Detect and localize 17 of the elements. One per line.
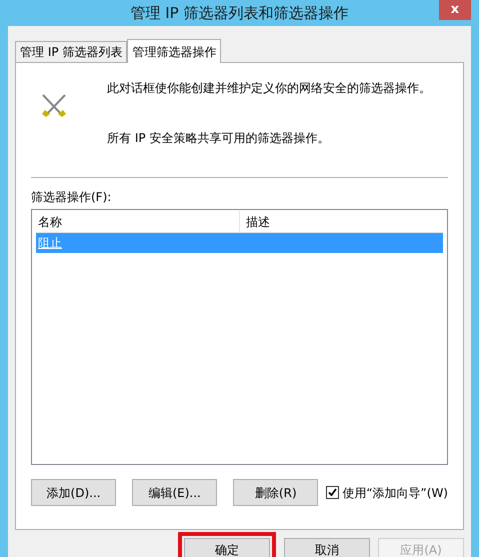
tab[interactable]: 管理筛选器操作 (127, 39, 222, 63)
tab[interactable]: 管理 IP 筛选器列表 (15, 41, 128, 62)
description-text: 所有 IP 安全策略共享可用的筛选器操作。 (107, 130, 330, 147)
window-title: 管理 IP 筛选器列表和筛选器操作 (130, 2, 348, 24)
crossed-swords-icon (40, 93, 68, 119)
action-button[interactable]: 编辑(E)... (132, 479, 218, 506)
action-button[interactable]: 添加(D)... (31, 479, 116, 506)
close-button[interactable]: x (439, 0, 471, 20)
list-label: 筛选器操作(F): (31, 189, 112, 206)
column-header[interactable]: 名称 (36, 211, 240, 232)
description-text: 此对话框使你能创建并维护定义你的网络安全的筛选器操作。 (107, 80, 431, 97)
action-button[interactable]: 删除(R) (233, 479, 318, 506)
dialog-button[interactable]: 确定 (184, 538, 270, 557)
wizard-checkbox[interactable] (326, 486, 340, 499)
dialog-button[interactable]: 取消 (284, 538, 370, 557)
wizard-label: 使用“添加向导”(W) (342, 484, 448, 502)
column-header[interactable]: 描述 (240, 211, 443, 232)
